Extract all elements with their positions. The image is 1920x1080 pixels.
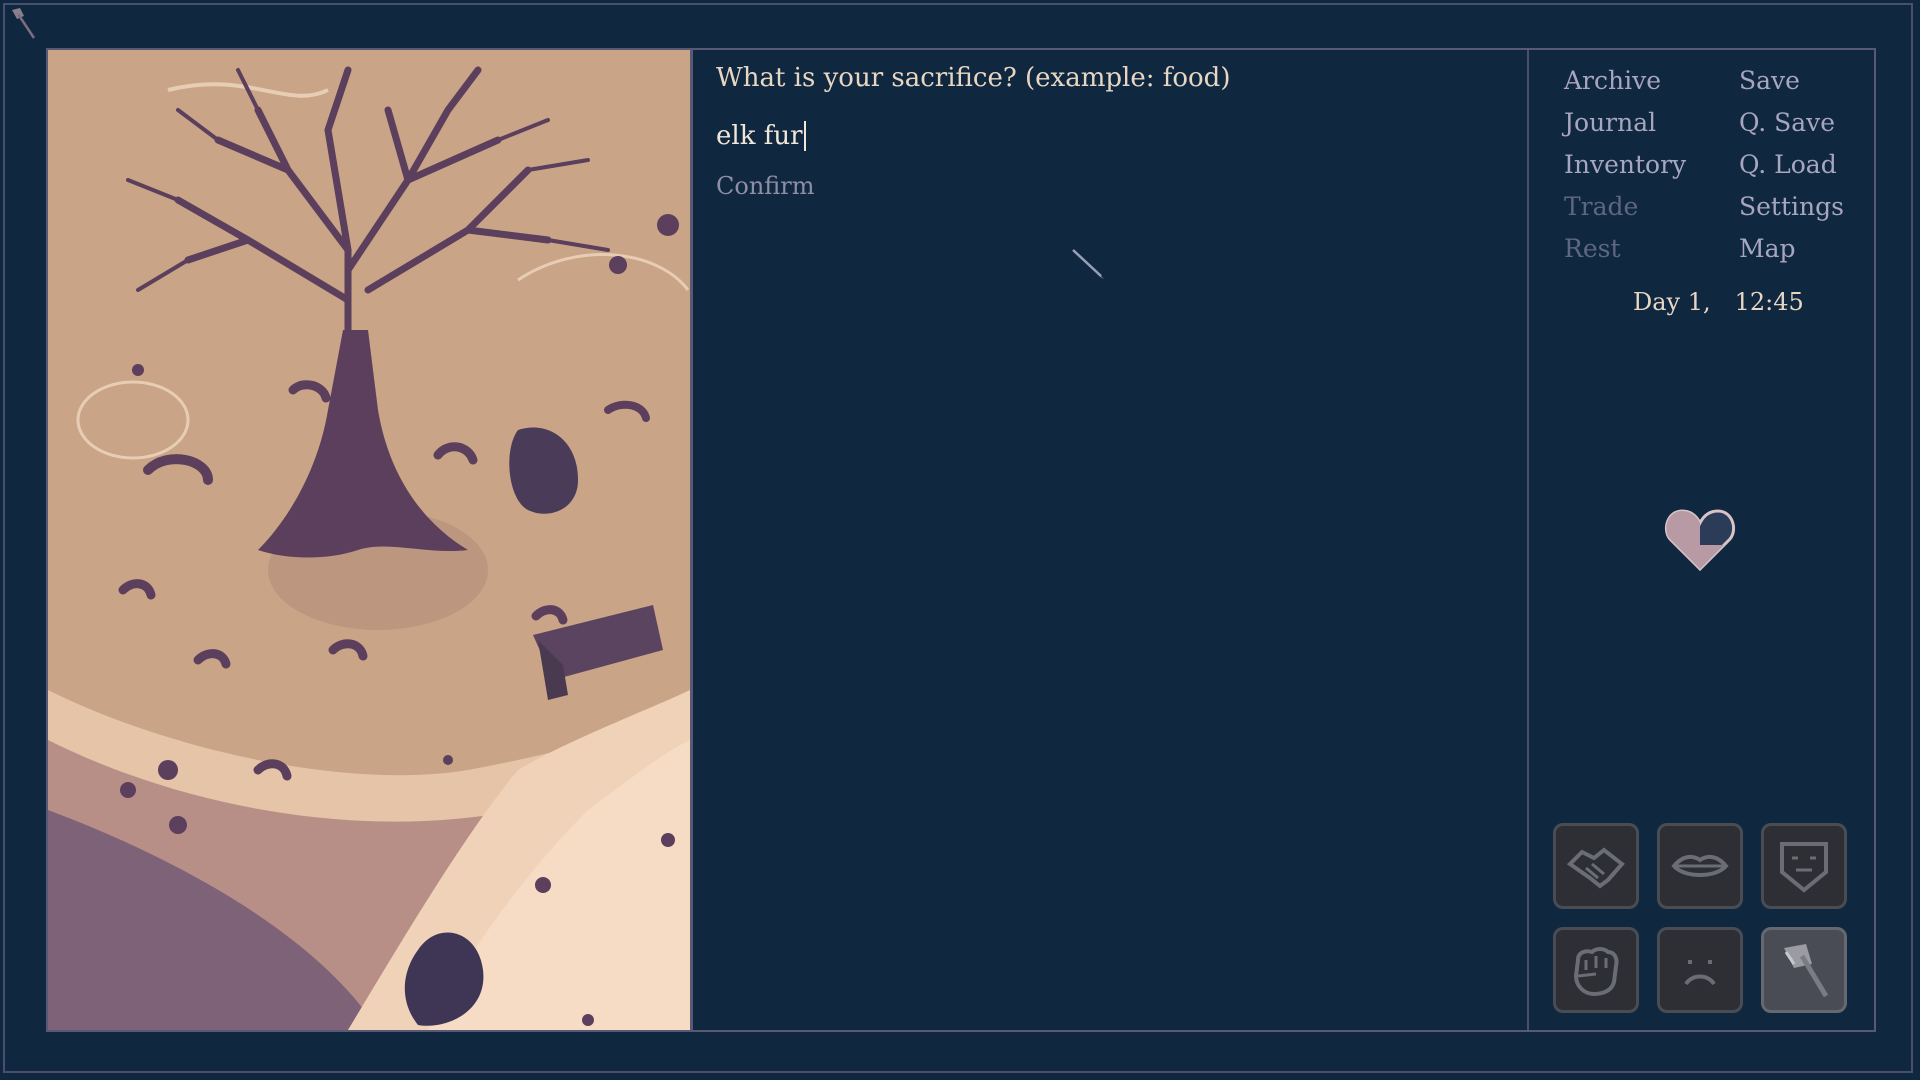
confirm-button[interactable]: Confirm (716, 172, 1496, 200)
text-caret (803, 121, 806, 151)
scene-illustration (48, 50, 690, 1030)
clock-day: Day 1, (1633, 288, 1711, 316)
menu-map[interactable]: Map (1739, 228, 1844, 270)
action-slot-1[interactable] (1553, 823, 1639, 909)
dialog-panel: What is your sacrifice? (example: food) … (716, 62, 1496, 200)
half-heart-icon (1665, 509, 1735, 572)
menu-trade: Trade (1564, 192, 1639, 221)
lips-icon (1671, 854, 1729, 877)
axe-cursor-icon (12, 8, 36, 39)
menu-settings[interactable]: Settings (1739, 186, 1844, 228)
menu-column-left: Archive Journal Inventory Trade Rest (1564, 60, 1686, 270)
neutral-mask-icon (1780, 842, 1828, 893)
handshake-icon (1566, 847, 1625, 889)
answer-input[interactable]: elk fur (716, 118, 1496, 154)
menu-column-right: Save Q. Save Q. Load Settings Map (1739, 60, 1844, 270)
scene-divider (690, 50, 693, 1030)
sacrifice-prompt: What is your sacrifice? (example: food) (716, 63, 1231, 93)
menu-archive[interactable]: Archive (1564, 60, 1686, 102)
clock-time: 12:45 (1734, 288, 1804, 316)
fist-icon (1573, 947, 1619, 997)
menu-quick-load[interactable]: Q. Load (1739, 144, 1844, 186)
menu-rest: Rest (1564, 234, 1621, 263)
sacred-tree-scene (48, 50, 690, 1030)
menu-journal[interactable]: Journal (1564, 102, 1686, 144)
menu-inventory[interactable]: Inventory (1564, 144, 1686, 186)
action-slot-4[interactable] (1553, 927, 1639, 1013)
action-slot-6[interactable] (1761, 927, 1847, 1013)
axe-icon (1784, 944, 1829, 998)
action-slot-5[interactable] (1657, 927, 1743, 1013)
sad-face-icon (1684, 960, 1716, 986)
sidebar-divider (1527, 50, 1529, 1030)
answer-text: elk fur (716, 121, 803, 151)
menu-quick-save[interactable]: Q. Save (1739, 102, 1844, 144)
action-slot-2[interactable] (1657, 823, 1743, 909)
menu-save[interactable]: Save (1739, 60, 1844, 102)
action-slot-3[interactable] (1761, 823, 1847, 909)
mouse-pointer-icon (1072, 249, 1104, 279)
game-clock: Day 1, 12:45 (1633, 288, 1828, 316)
